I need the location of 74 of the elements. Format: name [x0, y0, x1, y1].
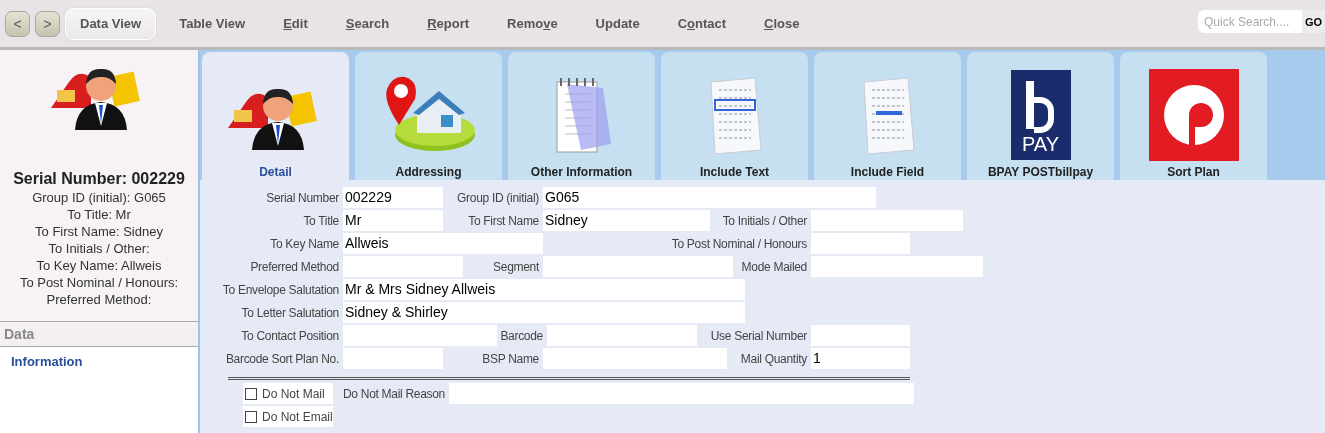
input-field[interactable]: Mr & Mrs Sidney Allweis: [343, 279, 745, 300]
input-field[interactable]: [343, 256, 463, 277]
summary-line: Group ID (initial): G065: [32, 189, 166, 206]
input-field[interactable]: [547, 325, 697, 346]
input-field[interactable]: Sidney: [543, 210, 710, 231]
input-field[interactable]: [811, 210, 963, 231]
field-label: To Initials / Other: [722, 213, 807, 228]
menu-button[interactable]: Edit: [268, 7, 323, 40]
sidebar-item[interactable]: Information: [0, 347, 198, 369]
field-label: Preferred Method: [250, 259, 339, 274]
field-label: Barcode Sort Plan No.: [225, 351, 339, 366]
field-label: To Letter Salutation: [241, 305, 339, 320]
input-field[interactable]: [543, 348, 727, 369]
menu-button[interactable]: Report: [412, 7, 484, 40]
field-label: To Envelope Salutation: [222, 282, 339, 297]
input-field[interactable]: Sidney & Shirley: [343, 302, 745, 323]
input-field[interactable]: Mr: [343, 210, 443, 231]
menu-button[interactable]: Table View: [164, 7, 261, 40]
field-label: To Key Name: [270, 236, 339, 251]
checkbox-box[interactable]: [245, 410, 257, 423]
field-label: Barcode: [500, 328, 543, 343]
field-label: Mail Quantity: [740, 351, 807, 366]
field-label: Do Not Mail Reason: [343, 386, 445, 401]
input-field[interactable]: 002229: [343, 187, 443, 208]
go-button[interactable]: GO: [1302, 10, 1325, 33]
nav-button[interactable]: >: [35, 10, 60, 37]
field-label: Group ID (initial): [457, 190, 539, 205]
summary-line: To Key Name: Allweis: [36, 257, 162, 274]
quick-search-field[interactable]: Quick Search....: [1198, 10, 1302, 33]
input-field[interactable]: [811, 325, 910, 346]
field-label: Serial Number: [266, 190, 339, 205]
tab[interactable]: Addressing: [355, 52, 502, 180]
input-field[interactable]: G065: [543, 187, 876, 208]
input-field[interactable]: 1: [811, 348, 910, 369]
tab[interactable]: Detail: [202, 52, 349, 180]
tab[interactable]: PAY BPAY POSTbillpay: [967, 52, 1114, 180]
field-label: Use Serial Number: [710, 328, 807, 343]
field-label: BSP Name: [482, 351, 539, 366]
field-label: To Title: [303, 213, 339, 228]
menu-button[interactable]: Search: [330, 7, 405, 40]
summary-line: To Initials / Other:: [48, 240, 150, 257]
tab[interactable]: Sort Plan: [1120, 52, 1267, 180]
tab[interactable]: Include Text: [661, 52, 808, 180]
input-field[interactable]: [811, 256, 983, 277]
field-label: To Contact Position: [241, 328, 339, 343]
bpay-logo: PAY: [1010, 70, 1071, 160]
field-label: Mode Mailed: [741, 259, 807, 274]
menu-button[interactable]: Update: [580, 7, 655, 40]
field-label: Segment: [493, 259, 539, 274]
field-label: To First Name: [468, 213, 539, 228]
summary-line: To First Name: Sidney: [35, 223, 163, 240]
serial-number-heading: Serial Number: 002229: [13, 170, 185, 188]
menu-button[interactable]: Close: [749, 7, 815, 40]
input-field[interactable]: [449, 383, 914, 404]
nav-button[interactable]: <: [5, 10, 30, 37]
input-field[interactable]: [811, 233, 910, 254]
tab[interactable]: Other Information: [508, 52, 655, 180]
input-field[interactable]: [343, 325, 497, 346]
menu-button[interactable]: Remove: [492, 7, 573, 40]
input-field[interactable]: [343, 348, 443, 369]
summary-line: To Title: Mr: [67, 206, 131, 223]
checkbox[interactable]: Do Not Mail: [243, 383, 333, 404]
input-field[interactable]: Allweis: [343, 233, 543, 254]
post-logo-icon: [1148, 69, 1239, 161]
checkbox-box[interactable]: [245, 387, 257, 400]
input-field[interactable]: [543, 256, 733, 277]
tab[interactable]: Include Field: [814, 52, 961, 180]
section-header: Data: [0, 321, 198, 347]
menu-button[interactable]: Data View: [65, 7, 157, 40]
field-label: To Post Nominal / Honours: [671, 236, 807, 251]
summary-line: To Post Nominal / Honours:: [19, 274, 179, 291]
menu-button[interactable]: Contact: [662, 7, 742, 40]
checkbox[interactable]: Do Not Email: [243, 406, 333, 427]
summary-line: Preferred Method:: [46, 291, 152, 308]
